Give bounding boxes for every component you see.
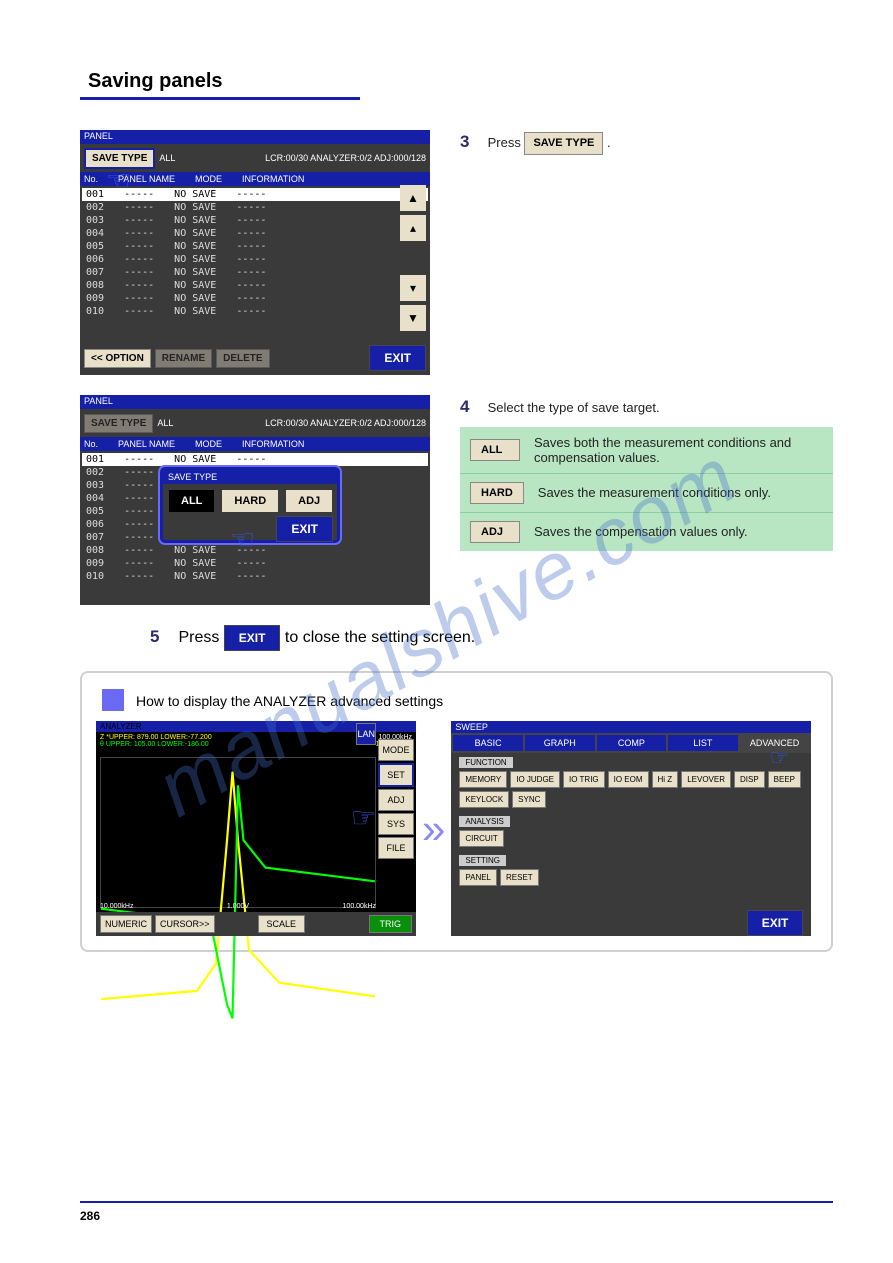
adj-button[interactable]: ADJ [378,789,414,811]
sweep-screenshot: SWEEP BASIC GRAPH COMP LIST ADVANCED ☞ F… [451,721,811,936]
list-item[interactable]: 004-----NO SAVE----- [82,227,428,240]
all-option-desc: Saves both the measurement conditions an… [534,435,823,465]
iotrig-button[interactable]: IO TRIG [563,771,605,788]
sweep-tabs[interactable]: BASIC GRAPH COMP LIST ADVANCED [451,733,811,753]
adj-option-desc: Saves the compensation values only. [534,524,748,539]
panel-button[interactable]: PANEL [459,869,497,886]
scale-button[interactable]: SCALE [258,915,306,933]
all-label: ALL [159,153,175,163]
hard-option-button: HARD [470,482,524,504]
tab-comp[interactable]: COMP [597,735,667,751]
reset-button[interactable]: RESET [500,869,539,886]
list-header: No. PANEL NAME MODE INFORMATION [80,172,430,186]
screenshot-panel-1: PANEL SAVE TYPE ALL LCR:00/30 ANALYZER:0… [80,130,430,375]
hand-pointer-icon: ☞ [106,164,131,197]
scroll-down-icon[interactable]: ▾ [400,275,426,301]
tab-basic[interactable]: BASIC [453,735,523,751]
scroll-bottom-icon[interactable]: ▼ [400,305,426,331]
list-item[interactable]: 009-----NO SAVE----- [82,292,428,305]
circuit-button[interactable]: CIRCUIT [459,830,503,847]
trig-button[interactable]: TRIG [369,915,413,933]
save-type-ref-button: SAVE TYPE [524,132,603,155]
dialog-exit-button[interactable]: EXIT [276,516,333,542]
memory-button[interactable]: MEMORY [459,771,507,788]
list-item[interactable]: 008-----NO SAVE----- [82,279,428,292]
sys-button[interactable]: SYS [378,813,414,835]
analysis-label: ANALYSIS [459,816,510,827]
step-3-text: 3 Press SAVE TYPE . [460,130,833,155]
sync-button[interactable]: SYNC [512,791,546,808]
exit-ref-button: EXIT [224,625,281,651]
arrow-right-icon: » [422,805,445,853]
chart-area [100,757,376,908]
iojudge-button[interactable]: IO JUDGE [510,771,560,788]
hand-pointer-icon: ☞ [770,745,790,771]
hard-option-desc: Saves the measurement conditions only. [538,485,771,500]
rename-button: RENAME [155,349,212,368]
numeric-button[interactable]: NUMERIC [100,915,152,933]
mode-button[interactable]: MODE [378,739,414,761]
list-item[interactable]: 006-----NO SAVE----- [82,253,428,266]
analyzer-sidebar[interactable]: MODE SET ADJ SYS FILE [378,739,414,859]
panel-title: PANEL [80,395,430,409]
hand-pointer-icon: ☞ [351,801,376,834]
list-item[interactable]: 003-----NO SAVE----- [82,214,428,227]
list-item[interactable]: 005-----NO SAVE----- [82,240,428,253]
step-4-text: 4 Select the type of save target. [460,395,833,419]
sweep-exit-button[interactable]: EXIT [747,910,804,936]
tab-list[interactable]: LIST [668,735,738,751]
option-button[interactable]: << OPTION [84,349,151,368]
screenshot-panel-2: PANEL SAVE TYPE ALL LCR:00/30 ANALYZER:0… [80,395,430,605]
adj-option-button: ADJ [470,521,520,543]
panel-list: 001-----NO SAVE----- 002-----NO SAVE----… [80,186,430,320]
info-marker-icon [102,689,124,711]
status-text: LCR:00/30 ANALYZER:0/2 ADJ:000/128 [265,153,426,163]
info-title: How to display the ANALYZER advanced set… [136,693,817,709]
scroll-up-icon[interactable]: ▴ [400,215,426,241]
cursor-button[interactable]: CURSOR>> [155,915,215,933]
scroll-buttons[interactable]: ▲ ▴ ▾ ▼ [400,185,426,331]
hiz-button[interactable]: Hi Z [652,771,679,788]
lan-badge: LAN [356,723,376,745]
disp-button[interactable]: DISP [734,771,765,788]
all-option-button: ALL [470,439,520,461]
scroll-top-icon[interactable]: ▲ [400,185,426,211]
keylock-button[interactable]: KEYLOCK [459,791,509,808]
setting-label: SETTING [459,855,506,866]
step-5-text: 5 Press EXIT to close the setting screen… [150,625,833,651]
list-item[interactable]: 002-----NO SAVE----- [82,201,428,214]
dialog-all-button[interactable]: ALL [169,490,214,512]
exit-button[interactable]: EXIT [369,345,426,371]
set-button[interactable]: SET [378,763,414,787]
levover-button[interactable]: LEVOVER [681,771,731,788]
panel-title: PANEL [80,130,430,144]
function-label: FUNCTION [459,757,512,768]
page-footer: 286 [80,1201,833,1223]
section-title: Saving panels [80,70,360,100]
hand-pointer-icon: ☞ [230,523,255,556]
analyzer-screenshot: ANALYZER LAN Z *UPPER: 879.00 LOWER:-77.… [96,721,416,936]
tab-graph[interactable]: GRAPH [525,735,595,751]
dialog-hard-button[interactable]: HARD [222,490,278,512]
ioeom-button[interactable]: IO EOM [608,771,649,788]
info-panel: How to display the ANALYZER advanced set… [80,671,833,952]
delete-button: DELETE [216,349,269,368]
file-button[interactable]: FILE [378,837,414,859]
options-table: ALL Saves both the measurement condition… [460,427,833,551]
list-item[interactable]: 007-----NO SAVE----- [82,266,428,279]
beep-button[interactable]: BEEP [768,771,801,788]
save-type-button: SAVE TYPE [84,414,153,433]
list-item[interactable]: 010-----NO SAVE----- [82,305,428,318]
list-item[interactable]: 001-----NO SAVE----- [82,188,428,201]
dialog-adj-button[interactable]: ADJ [286,490,332,512]
